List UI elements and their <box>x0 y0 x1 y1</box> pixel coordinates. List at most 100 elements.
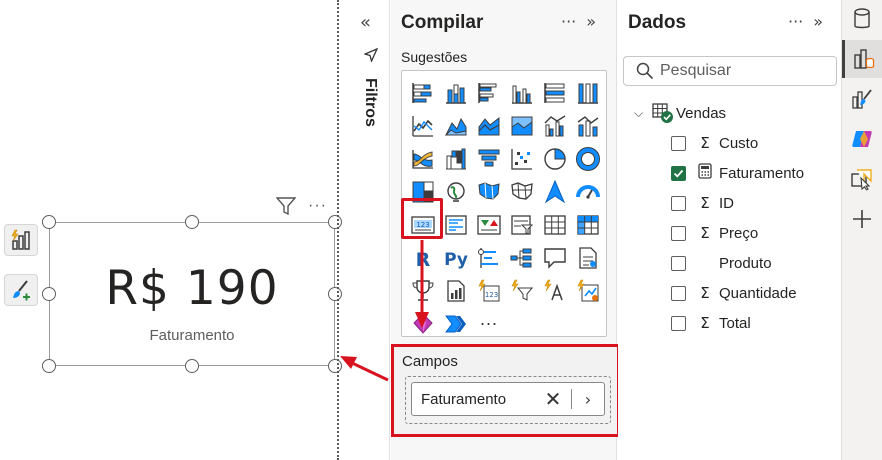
more-options-icon[interactable]: ··· <box>308 197 327 215</box>
resize-handle-bottom-left[interactable] <box>42 359 56 373</box>
data-pane-tools: ··· » <box>788 12 823 31</box>
resize-handle-right[interactable] <box>328 287 342 301</box>
resize-handle-top[interactable] <box>185 215 199 229</box>
field-checkbox[interactable] <box>671 315 686 331</box>
resize-handle-bottom-right[interactable] <box>328 359 342 373</box>
quick-insights-button[interactable] <box>4 224 38 256</box>
viz-waterfall-chart[interactable] <box>439 142 472 175</box>
viz-ribbon-chart[interactable] <box>406 142 439 175</box>
viz-gauge[interactable] <box>571 175 604 208</box>
checkmark-icon <box>673 169 684 178</box>
viz-more-visuals[interactable]: ··· <box>472 307 505 340</box>
viz-power-apps[interactable]: 123 <box>472 274 505 307</box>
expand-filters-button[interactable]: « <box>360 12 371 33</box>
field-row-custo[interactable]: Σ Custo <box>671 132 758 154</box>
viz-narrative[interactable] <box>571 241 604 274</box>
filter-icon[interactable] <box>276 197 296 215</box>
rail-add-button[interactable] <box>842 200 882 238</box>
viz-100-stacked-bar-chart[interactable] <box>538 76 571 109</box>
field-checkbox[interactable] <box>671 225 686 241</box>
viz-azure-map[interactable] <box>538 175 571 208</box>
field-checkbox-checked[interactable] <box>671 165 686 181</box>
viz-power-automate[interactable] <box>505 274 538 307</box>
field-row-faturamento[interactable]: Faturamento <box>671 162 804 184</box>
data-more-options-icon[interactable]: ··· <box>788 12 803 31</box>
rail-copilot-button[interactable] <box>842 120 882 158</box>
viz-map[interactable] <box>439 175 472 208</box>
filters-label-wrap: Filtros <box>352 78 388 138</box>
rail-bookmark-button[interactable] <box>842 160 882 198</box>
viz-multi-row-card[interactable] <box>439 208 472 241</box>
field-checkbox[interactable] <box>671 255 686 271</box>
viz-smart-narrative[interactable] <box>538 274 571 307</box>
field-row-produto[interactable]: Produto <box>671 252 772 274</box>
build-more-options-icon[interactable]: ··· <box>561 12 576 31</box>
rail-data-button[interactable] <box>842 0 882 38</box>
viz-slicer[interactable] <box>505 208 538 241</box>
field-name: Preço <box>719 224 759 242</box>
viz-stacked-bar-chart[interactable] <box>406 76 439 109</box>
viz-decomposition-tree[interactable] <box>505 241 538 274</box>
field-row-id[interactable]: Σ ID <box>671 192 734 214</box>
resize-handle-left[interactable] <box>42 287 56 301</box>
viz-100-stacked-column-chart[interactable] <box>571 76 604 109</box>
rail-build-button[interactable] <box>842 40 882 78</box>
viz-stacked-column-chart[interactable] <box>439 76 472 109</box>
viz-power-bi-visual[interactable] <box>406 307 439 340</box>
viz-metrics[interactable] <box>571 274 604 307</box>
viz-area-chart[interactable] <box>439 109 472 142</box>
field-pill-faturamento[interactable]: Faturamento ✕ › <box>411 382 605 416</box>
field-row-total[interactable]: Σ Total <box>671 312 751 334</box>
viz-stacked-area-chart[interactable] <box>472 109 505 142</box>
search-input[interactable] <box>660 62 830 80</box>
viz-scatter-chart[interactable] <box>505 142 538 175</box>
viz-r-visual[interactable]: R <box>406 241 439 274</box>
viz-filled-map[interactable] <box>472 175 505 208</box>
sigma-icon: Σ <box>700 314 710 332</box>
resize-handle-top-left[interactable] <box>42 215 56 229</box>
viz-clustered-column-chart[interactable] <box>505 76 538 109</box>
viz-goals[interactable] <box>406 274 439 307</box>
viz-line-stacked-column-chart[interactable] <box>571 109 604 142</box>
data-collapse-icon[interactable]: » <box>813 12 823 31</box>
viz-funnel-chart[interactable] <box>472 142 505 175</box>
remove-field-icon[interactable]: ✕ <box>541 387 565 411</box>
field-checkbox[interactable] <box>671 195 686 211</box>
viz-kpi[interactable] <box>472 208 505 241</box>
stacked-bar-chart-icon <box>411 82 431 103</box>
viz-python-visual[interactable]: Py <box>439 241 472 274</box>
clustered-bar-chart-icon <box>477 82 496 103</box>
report-canvas[interactable]: ··· R$ 190 Faturamento <box>0 0 342 460</box>
viz-matrix[interactable] <box>571 208 604 241</box>
viz-qa-visual[interactable] <box>538 241 571 274</box>
viz-donut-chart[interactable] <box>571 142 604 175</box>
filters-label: Filtros <box>362 78 379 127</box>
data-search-box[interactable] <box>623 56 837 86</box>
field-row-preco[interactable]: Σ Preço <box>671 222 758 244</box>
viz-table[interactable] <box>538 208 571 241</box>
table-node-vendas[interactable]: ⌵ Vendas <box>634 103 726 123</box>
resize-handle-bottom[interactable] <box>185 359 199 373</box>
viz-arrow-visual[interactable] <box>439 307 472 340</box>
viz-paginated-report[interactable] <box>439 274 472 307</box>
build-collapse-icon[interactable]: » <box>586 12 596 31</box>
field-row-quantidade[interactable]: Σ Quantidade <box>671 282 797 304</box>
viz-shape-map[interactable] <box>505 175 538 208</box>
viz-line-clustered-column-chart[interactable] <box>538 109 571 142</box>
chevron-down-icon[interactable]: ⌵ <box>634 106 652 121</box>
viz-pie-chart[interactable] <box>538 142 571 175</box>
data-pane-title: Dados <box>628 12 687 33</box>
field-checkbox[interactable] <box>671 135 686 151</box>
viz-line-chart[interactable] <box>406 109 439 142</box>
card-visual[interactable]: R$ 190 Faturamento <box>49 222 335 366</box>
viz-100-stacked-area-chart[interactable] <box>505 109 538 142</box>
expand-field-icon[interactable]: › <box>578 390 598 409</box>
viz-clustered-bar-chart[interactable] <box>472 76 505 109</box>
filters-pane[interactable]: « Filtros <box>350 0 390 460</box>
field-checkbox[interactable] <box>671 285 686 301</box>
rail-format-button[interactable] <box>842 80 882 118</box>
format-visual-button[interactable] <box>4 274 38 306</box>
viz-key-influencers[interactable] <box>472 241 505 274</box>
resize-handle-top-right[interactable] <box>328 215 342 229</box>
fields-drop-zone[interactable]: Faturamento ✕ › <box>405 376 611 424</box>
